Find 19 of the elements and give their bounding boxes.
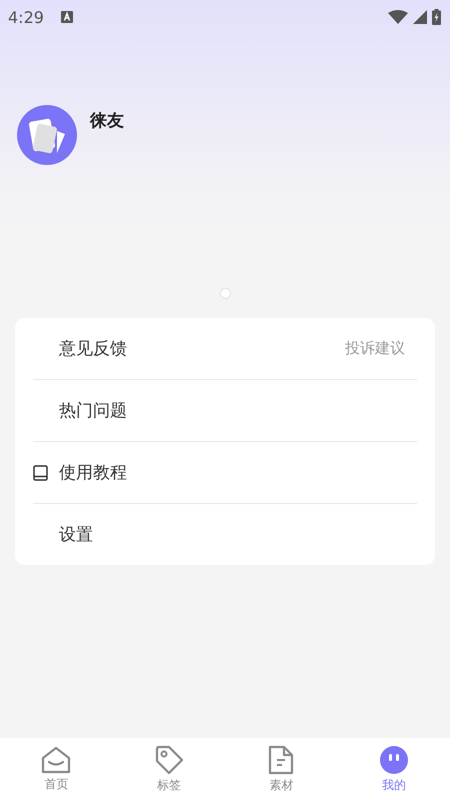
avatar-icon[interactable] (17, 105, 77, 165)
book-icon (33, 464, 48, 480)
menu-hint: 投诉建议 (345, 339, 405, 358)
face-icon (378, 745, 409, 775)
nav-tab[interactable]: 标签 (112, 738, 225, 801)
status-time: 4:29 (8, 8, 44, 26)
user-name: 徕友 (90, 110, 124, 132)
menu-item[interactable]: 设置 (33, 504, 417, 565)
signal-icon (413, 10, 427, 24)
document-icon (268, 745, 294, 775)
home-icon (41, 746, 72, 774)
wifi-icon (388, 10, 408, 24)
menu-item[interactable]: 热门问题 (33, 380, 417, 442)
tag-icon (154, 745, 184, 775)
notification-icon (60, 11, 73, 23)
battery-icon (432, 9, 441, 25)
menu-item[interactable]: 使用教程 (33, 442, 417, 504)
menu-item[interactable]: 意见反馈 投诉建议 (33, 318, 417, 380)
nav-tab[interactable]: 我的 (338, 738, 450, 801)
